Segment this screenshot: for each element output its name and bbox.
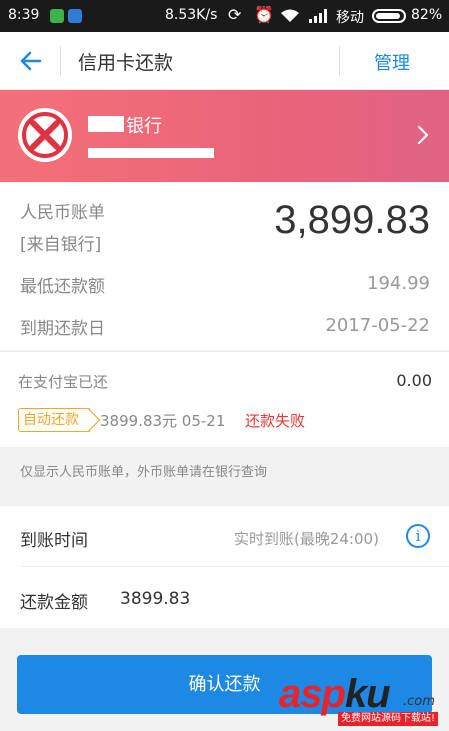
site-watermark: aspku (279, 672, 391, 717)
repay-amount-label: 还款金额 (20, 593, 88, 613)
watermark-asp: asp (279, 672, 346, 716)
bank-logo (18, 108, 72, 162)
auto-repay-status: 还款失败 (245, 412, 306, 430)
repay-details: 到账时间 实时到账(最晚24:00) i 还款金额 3899.83 (0, 506, 449, 628)
nav-divider-right (339, 46, 340, 76)
nav-bar: 信用卡还款 管理 (0, 32, 449, 90)
net-speed: 8.53K/s (165, 7, 218, 23)
min-payment-amount: 194.99 (367, 273, 430, 294)
battery-percent: 82% (411, 7, 443, 23)
bank-name-redaction (88, 116, 124, 132)
status-time: 8:39 (8, 7, 40, 23)
bank-card-selector[interactable]: 银行 (0, 90, 449, 182)
bank-name: 银行 (126, 116, 162, 137)
rmb-bill-amount: 3,899.83 (274, 198, 430, 242)
rmb-bill-label: 人民币账单 (20, 203, 105, 223)
nav-divider-left (60, 46, 61, 76)
paid-summary: 在支付宝已还 0.00 自动还款 3899.83元 05-21 还款失败 (0, 351, 449, 447)
min-payment-label: 最低还款额 (20, 277, 105, 297)
wifi-icon (281, 9, 299, 22)
sync-icon: ⟳ (228, 5, 242, 24)
repay-amount-value[interactable]: 3899.83 (120, 589, 190, 609)
watermark-ku: ku (344, 672, 391, 716)
manage-button[interactable]: 管理 (374, 49, 410, 75)
row-divider (20, 566, 449, 567)
arrival-time-label: 到账时间 (20, 531, 88, 551)
bill-source-label: [来自银行] (20, 235, 102, 255)
alarm-icon: ⏰ (254, 5, 274, 24)
paid-on-alipay-value: 0.00 (396, 371, 432, 390)
watermark-tagline: 免费网站源码下载站! (338, 712, 439, 726)
due-date-value: 2017-05-22 (325, 315, 430, 336)
card-number-redaction (88, 148, 214, 158)
paid-on-alipay-label: 在支付宝已还 (18, 373, 109, 391)
watermark-domain: .com (403, 694, 435, 709)
auto-repay-tag: 自动还款 (18, 408, 90, 432)
auto-repay-detail: 3899.83元 05-21 (100, 412, 226, 430)
due-date-label: 到期还款日 (20, 319, 105, 339)
currency-note: 仅显示人民币账单，外币账单请在银行查询 (20, 465, 268, 480)
battery-icon (372, 9, 406, 23)
carrier-name: 移动 (336, 10, 364, 26)
cloud-notification-icon (68, 9, 82, 23)
bill-summary: 人民币账单 [来自银行] 3,899.83 最低还款额 194.99 到期还款日… (0, 182, 449, 350)
app-notification-icon (50, 9, 64, 23)
signal-icon (309, 9, 327, 23)
chevron-right-icon (417, 125, 429, 145)
arrival-time-value: 实时到账(最晚24:00) (234, 530, 379, 548)
page-title: 信用卡还款 (78, 52, 174, 74)
back-arrow-icon[interactable] (14, 44, 48, 78)
info-icon[interactable]: i (406, 524, 430, 548)
status-bar: 8:39 8.53K/s ⟳ ⏰ 移动 82% (0, 0, 449, 32)
